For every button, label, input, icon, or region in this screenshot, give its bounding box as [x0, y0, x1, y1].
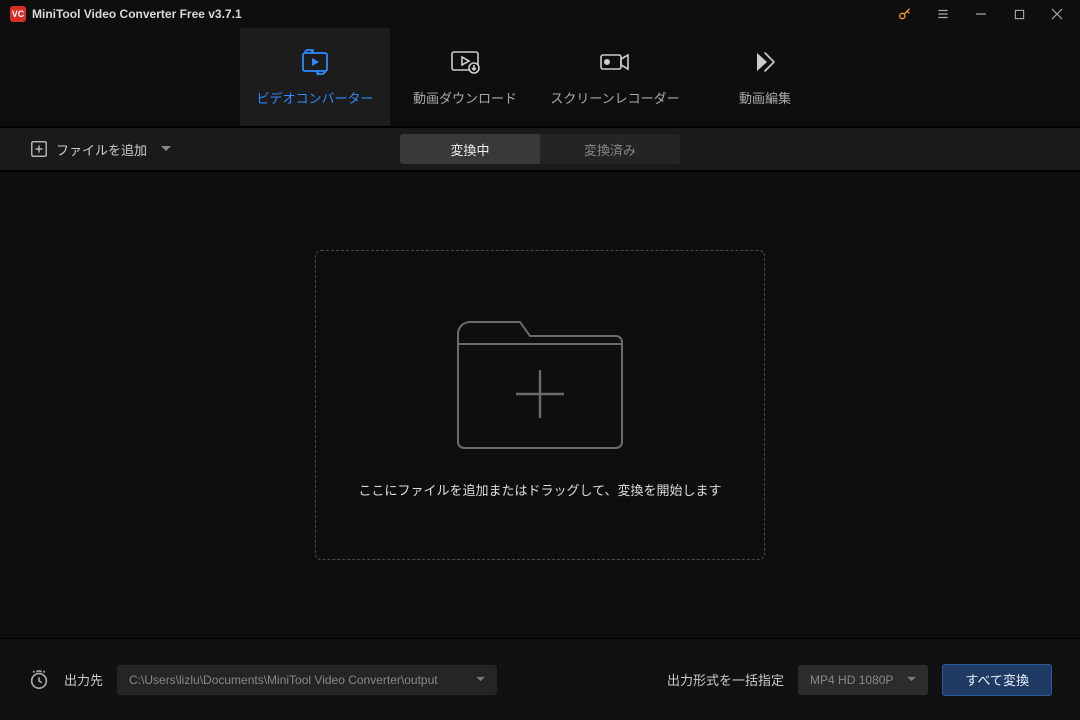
output-format-select[interactable]: MP4 HD 1080P [798, 665, 928, 695]
bottom-bar: 出力先 C:\Users\lizlu\Documents\MiniTool Vi… [0, 638, 1080, 720]
output-path-value: C:\Users\lizlu\Documents\MiniTool Video … [129, 673, 438, 687]
tab-video-converter[interactable]: ビデオコンバーター [240, 28, 390, 126]
status-tabs: 変換中 変換済み [400, 134, 680, 164]
output-dest-label: 出力先 [64, 670, 103, 689]
minimize-icon[interactable] [962, 0, 1000, 28]
tab-label: 動画ダウンロード [413, 88, 517, 107]
tab-label: スクリーンレコーダー [550, 88, 679, 107]
status-tab-converting[interactable]: 変換中 [400, 134, 540, 164]
app-logo: VC [10, 6, 26, 22]
chevron-down-icon [476, 676, 485, 683]
drop-zone[interactable]: ここにファイルを追加またはドラッグして、変換を開始します [315, 250, 765, 560]
convert-all-button[interactable]: すべて変換 [942, 664, 1052, 696]
history-icon[interactable] [28, 669, 50, 691]
close-icon[interactable] [1038, 0, 1076, 28]
app-title: MiniTool Video Converter Free v3.7.1 [32, 7, 242, 21]
main-area: ここにファイルを追加またはドラッグして、変換を開始します [0, 172, 1080, 638]
top-tabs: ビデオコンバーター 動画ダウンロード スクリーンレコーダー [0, 28, 1080, 128]
titlebar-right [886, 0, 1076, 28]
titlebar-left: VC MiniTool Video Converter Free v3.7.1 [4, 6, 242, 22]
output-format-label: 出力形式を一括指定 [667, 670, 784, 689]
chevron-down-icon [907, 676, 916, 683]
editor-icon [751, 48, 779, 76]
chevron-down-icon[interactable] [161, 145, 171, 153]
tab-video-editor[interactable]: 動画編集 [690, 28, 840, 126]
folder-add-icon [452, 312, 628, 452]
output-path-select[interactable]: C:\Users\lizlu\Documents\MiniTool Video … [117, 665, 497, 695]
tab-screen-recorder[interactable]: スクリーンレコーダー [540, 28, 690, 126]
menu-icon[interactable] [924, 0, 962, 28]
tab-video-download[interactable]: 動画ダウンロード [390, 28, 540, 126]
recorder-icon [598, 48, 632, 76]
add-file-button[interactable]: ファイルを追加 [30, 140, 171, 159]
output-format-value: MP4 HD 1080P [810, 673, 893, 687]
maximize-icon[interactable] [1000, 0, 1038, 28]
drop-zone-text: ここにファイルを追加またはドラッグして、変換を開始します [359, 480, 722, 499]
status-tab-completed[interactable]: 変換済み [540, 134, 680, 164]
tab-label: 動画編集 [739, 88, 791, 107]
download-icon [449, 48, 481, 76]
converter-icon [299, 48, 331, 76]
titlebar: VC MiniTool Video Converter Free v3.7.1 [0, 0, 1080, 28]
tab-label: ビデオコンバーター [256, 88, 373, 107]
upgrade-key-icon[interactable] [886, 0, 924, 28]
sub-bar: ファイルを追加 変換中 変換済み [0, 128, 1080, 172]
add-file-icon [30, 140, 48, 158]
add-file-label: ファイルを追加 [56, 140, 147, 159]
